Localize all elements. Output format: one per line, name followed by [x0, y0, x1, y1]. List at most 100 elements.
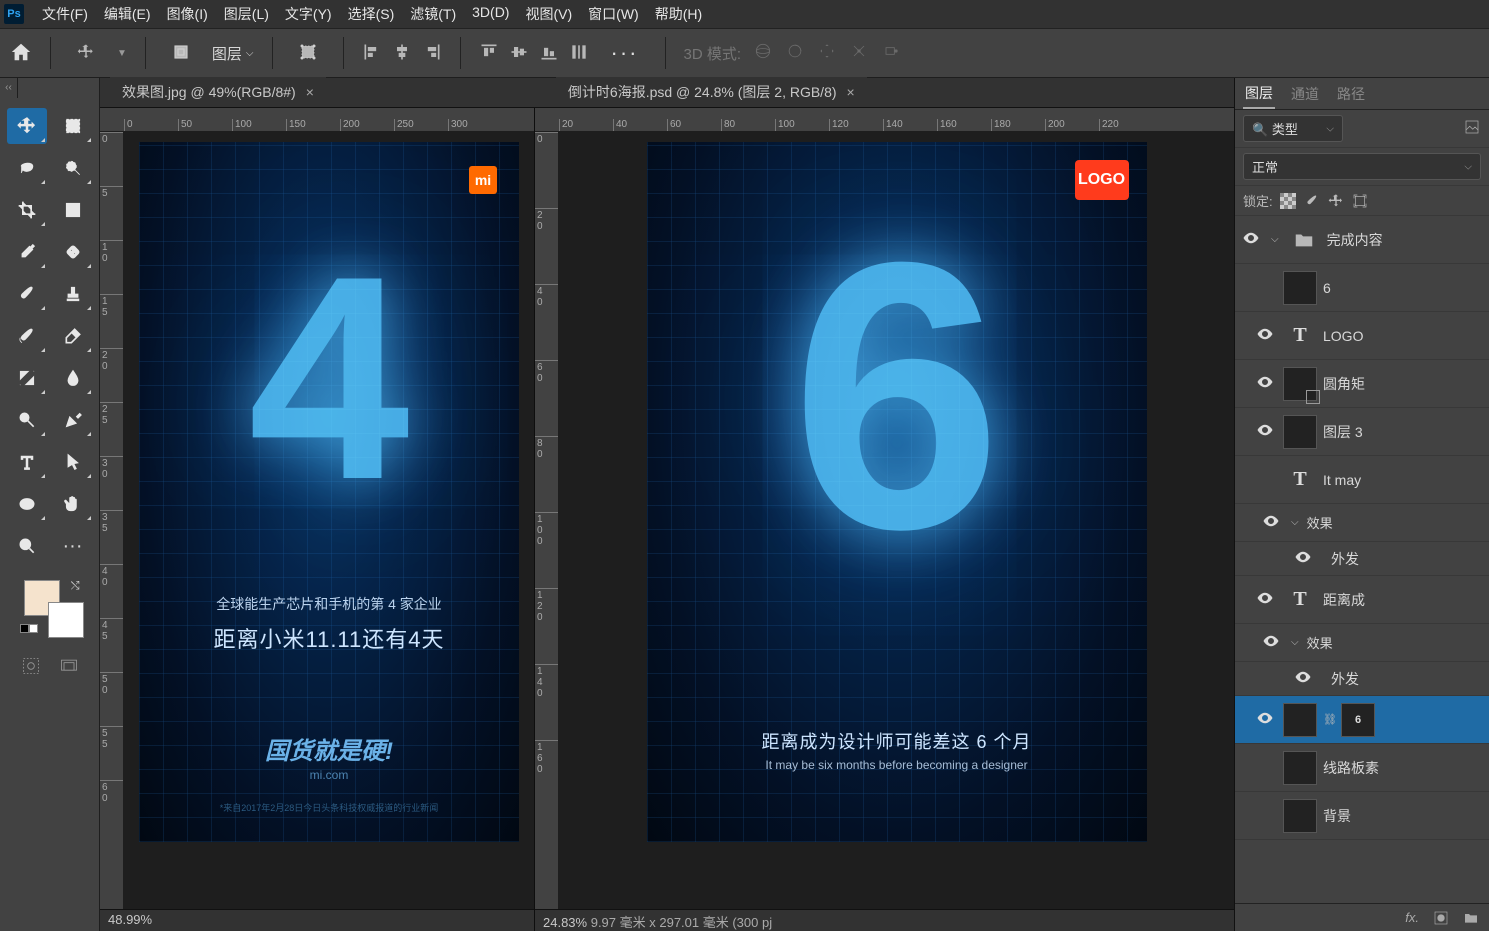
- default-colors-icon[interactable]: [20, 624, 38, 633]
- transform-controls-icon[interactable]: [291, 39, 325, 68]
- blur-tool[interactable]: [53, 360, 93, 396]
- distribute-icon[interactable]: [569, 42, 589, 65]
- move-tool-icon[interactable]: [69, 39, 103, 68]
- ruler-vertical[interactable]: 02 04 06 08 01 0 01 2 01 4 01 6 0: [535, 132, 559, 931]
- zoom-tool[interactable]: [7, 528, 47, 564]
- menu-item[interactable]: 3D(D): [464, 0, 517, 28]
- layer-row[interactable]: T距离成: [1235, 576, 1489, 624]
- eyedropper-tool[interactable]: [7, 234, 47, 270]
- visibility-toggle[interactable]: [1253, 589, 1277, 611]
- more-options-icon[interactable]: ···: [603, 36, 647, 70]
- auto-select-target-dropdown[interactable]: 图层⌵: [212, 43, 254, 64]
- auto-select-icon[interactable]: [164, 39, 198, 68]
- 3d-roll-icon[interactable]: [785, 41, 805, 65]
- menu-item[interactable]: 文件(F): [34, 0, 96, 28]
- screen-mode-icon[interactable]: [59, 656, 79, 679]
- lasso-tool[interactable]: [7, 150, 47, 186]
- menu-item[interactable]: 图像(I): [159, 0, 216, 28]
- quick-mask-icon[interactable]: [21, 656, 41, 679]
- quick-select-tool[interactable]: [53, 150, 93, 186]
- layer-row[interactable]: ⛓6: [1235, 696, 1489, 744]
- swap-colors-icon[interactable]: ⤭: [71, 580, 80, 593]
- brush-tool[interactable]: [7, 276, 47, 312]
- layer-row[interactable]: 圆角矩: [1235, 360, 1489, 408]
- close-icon[interactable]: ×: [847, 84, 855, 100]
- visibility-toggle[interactable]: [1291, 548, 1315, 570]
- panel-tab-paths[interactable]: 路径: [1335, 80, 1367, 108]
- 3d-pan-icon[interactable]: [817, 41, 837, 65]
- healing-tool[interactable]: [53, 234, 93, 270]
- shape-tool[interactable]: [7, 486, 47, 522]
- 3d-zoom-icon[interactable]: [881, 41, 901, 65]
- ruler-vertical[interactable]: 051 01 52 02 53 03 54 04 55 05 56 0: [100, 132, 124, 931]
- menu-item[interactable]: 编辑(E): [96, 0, 159, 28]
- align-vcenter-icon[interactable]: [509, 42, 529, 65]
- ruler-horizontal[interactable]: 050100150200250300: [100, 108, 534, 132]
- document-tab-1[interactable]: 效果图.jpg @ 49%(RGB/8#) ×: [110, 77, 326, 107]
- menu-item[interactable]: 视图(V): [517, 0, 580, 28]
- path-select-tool[interactable]: [53, 444, 93, 480]
- gradient-tool[interactable]: [7, 360, 47, 396]
- document-tab-2[interactable]: 倒计时6海报.psd @ 24.8% (图层 2, RGB/8) ×: [556, 77, 867, 107]
- hand-tool[interactable]: [53, 486, 93, 522]
- visibility-toggle[interactable]: [1259, 632, 1283, 654]
- menu-item[interactable]: 帮助(H): [647, 0, 710, 28]
- align-hcenter-icon[interactable]: [392, 42, 412, 65]
- visibility-toggle[interactable]: [1253, 325, 1277, 347]
- layer-row[interactable]: TIt may: [1235, 456, 1489, 504]
- panel-menu-icon[interactable]: [1465, 86, 1481, 102]
- stamp-tool[interactable]: [53, 276, 93, 312]
- layer-row[interactable]: 外发: [1235, 662, 1489, 696]
- layer-row[interactable]: TLOGO: [1235, 312, 1489, 360]
- menu-item[interactable]: 图层(L): [216, 0, 277, 28]
- eraser-tool[interactable]: [53, 318, 93, 354]
- dodge-tool[interactable]: [7, 402, 47, 438]
- type-tool[interactable]: [7, 444, 47, 480]
- canvas-2[interactable]: LOGO 6 距离成为设计师可能差这 6 个月 It may be six mo…: [559, 132, 1234, 909]
- layer-row[interactable]: ⌵效果: [1235, 504, 1489, 542]
- blend-mode-dropdown[interactable]: 正常⌵: [1243, 153, 1481, 180]
- color-swatches[interactable]: ⤭: [20, 580, 80, 638]
- crop-tool[interactable]: [7, 192, 47, 228]
- menu-item[interactable]: 选择(S): [340, 0, 403, 28]
- panel-tab-layers[interactable]: 图层: [1243, 79, 1275, 109]
- marquee-tool[interactable]: [53, 108, 93, 144]
- menu-item[interactable]: 滤镜(T): [402, 0, 464, 28]
- canvas-1[interactable]: mi 4 全球能生产芯片和手机的第 4 家企业 距离小米11.11还有4天 国货…: [124, 132, 534, 909]
- layer-row[interactable]: 图层 3: [1235, 408, 1489, 456]
- panel-tab-channels[interactable]: 通道: [1289, 80, 1321, 108]
- layer-row[interactable]: 线路板素: [1235, 744, 1489, 792]
- move-dropdown-caret[interactable]: ▼: [117, 48, 127, 59]
- layer-row[interactable]: ⌵完成内容: [1235, 216, 1489, 264]
- layer-filter-dropdown[interactable]: 🔍 类型⌵: [1243, 115, 1343, 142]
- lock-artboard-icon[interactable]: [1351, 192, 1369, 210]
- layer-mask-icon[interactable]: [1433, 910, 1449, 926]
- lock-pixels-icon[interactable]: [1303, 192, 1321, 210]
- visibility-toggle[interactable]: [1239, 229, 1263, 251]
- visibility-toggle[interactable]: [1291, 668, 1315, 690]
- align-top-icon[interactable]: [479, 42, 499, 65]
- close-icon[interactable]: ×: [306, 84, 314, 100]
- layer-row[interactable]: ⌵效果: [1235, 624, 1489, 662]
- frame-tool[interactable]: [53, 192, 93, 228]
- 3d-slide-icon[interactable]: [849, 41, 869, 65]
- filter-pixel-icon[interactable]: [1463, 118, 1481, 139]
- lock-position-icon[interactable]: [1327, 192, 1345, 210]
- visibility-toggle[interactable]: [1253, 709, 1277, 731]
- menu-item[interactable]: 窗口(W): [580, 0, 647, 28]
- visibility-toggle[interactable]: [1253, 373, 1277, 395]
- fx-icon[interactable]: fx.: [1405, 910, 1419, 925]
- pen-tool[interactable]: [53, 402, 93, 438]
- layer-row[interactable]: 6: [1235, 264, 1489, 312]
- menu-item[interactable]: 文字(Y): [277, 0, 340, 28]
- background-color[interactable]: [48, 602, 84, 638]
- new-group-icon[interactable]: [1463, 910, 1479, 926]
- align-bottom-icon[interactable]: [539, 42, 559, 65]
- collapsed-panel-strip[interactable]: ‹‹: [0, 78, 18, 98]
- edit-toolbar-icon[interactable]: ···: [53, 528, 93, 564]
- history-brush-tool[interactable]: [7, 318, 47, 354]
- layers-list[interactable]: ⌵完成内容6TLOGO圆角矩图层 3TIt may⌵效果外发T距离成⌵效果外发⛓…: [1235, 216, 1489, 903]
- lock-transparency-icon[interactable]: [1279, 192, 1297, 210]
- visibility-toggle[interactable]: [1259, 512, 1283, 534]
- visibility-toggle[interactable]: [1253, 421, 1277, 443]
